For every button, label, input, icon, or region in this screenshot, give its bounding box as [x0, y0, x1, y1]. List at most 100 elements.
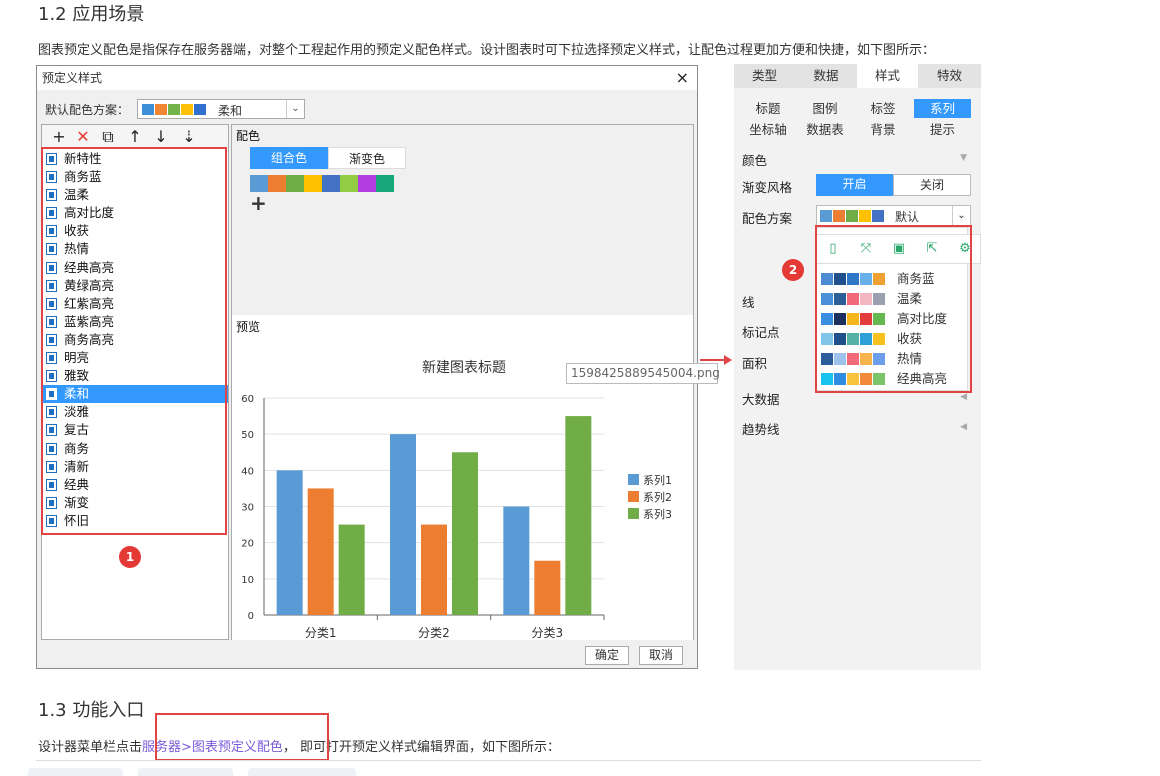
style-list-item[interactable]: 怀旧 [42, 512, 228, 530]
scheme-swatch [821, 353, 833, 365]
tab-data[interactable]: 数据 [795, 64, 857, 88]
scheme-option-label: 商务蓝 [897, 271, 935, 286]
style-list-item[interactable]: 经典高亮 [42, 259, 228, 277]
section-trendline[interactable]: 趋势线 [742, 419, 780, 438]
subtab-title[interactable]: 标题 [740, 99, 796, 118]
tab-combo-color[interactable]: 组合色 [250, 147, 328, 169]
subtab-axis[interactable]: 坐标轴 [740, 120, 796, 139]
gradient-off-button[interactable]: 关闭 [893, 174, 971, 196]
style-list-item[interactable]: 经典 [42, 476, 228, 494]
style-list-item[interactable]: 新特性 [42, 150, 228, 168]
bottom-tab[interactable] [248, 768, 356, 776]
style-icon [46, 261, 57, 274]
subtab-background[interactable]: 背景 [855, 120, 911, 139]
section-area[interactable]: 面积 [742, 353, 767, 372]
scheme-swatch [820, 210, 832, 222]
palette-swatch[interactable] [304, 175, 322, 192]
palette-swatch[interactable] [340, 175, 358, 192]
chevron-down-icon[interactable]: ⌄ [952, 206, 970, 225]
palette-swatch[interactable] [268, 175, 286, 192]
tab-style[interactable]: 样式 [857, 64, 918, 88]
expand-icon[interactable]: ◀ [960, 392, 967, 402]
subtab-label[interactable]: 标签 [855, 99, 911, 118]
section-bigdata[interactable]: 大数据 [742, 389, 780, 408]
style-list-item[interactable]: 商务蓝 [42, 168, 228, 186]
scheme-swatch [847, 313, 859, 325]
style-list-item[interactable]: 清新 [42, 458, 228, 476]
cancel-button[interactable]: 取消 [639, 646, 683, 665]
style-list-item[interactable]: 渐变 [42, 494, 228, 512]
style-list-item-label: 新特性 [64, 151, 102, 166]
tab-gradient-color[interactable]: 渐变色 [328, 147, 406, 169]
chevron-down-icon[interactable]: ⌄ [286, 100, 304, 118]
palette-swatch[interactable] [322, 175, 340, 192]
palette-swatch[interactable] [250, 175, 268, 192]
sort-icon[interactable]: ⇣ [178, 126, 200, 148]
style-list-item-label: 高对比度 [64, 205, 115, 221]
scheme-swatch [860, 373, 872, 385]
style-list-item[interactable]: 柔和 [42, 385, 228, 404]
subtab-datasheet[interactable]: 数据表 [797, 120, 853, 139]
scheme-swatch [821, 313, 833, 325]
palette-swatch[interactable] [376, 175, 394, 192]
style-list-item[interactable]: 蓝紫高亮 [42, 313, 228, 331]
delete-icon[interactable]: ✕ [72, 126, 94, 148]
phone-icon[interactable]: ▯ [824, 240, 842, 258]
collapse-icon[interactable]: ▼ [960, 153, 967, 163]
gear-icon[interactable]: ⚙ [956, 240, 974, 258]
bottom-tab[interactable] [28, 768, 123, 776]
ok-button[interactable]: 确定 [585, 646, 629, 665]
style-list-item[interactable]: 收获 [42, 222, 228, 240]
style-list-item[interactable]: 温柔 [42, 186, 228, 204]
save-icon[interactable]: ▣ [890, 240, 908, 258]
scheme-swatch [168, 104, 180, 115]
fullscreen-icon[interactable]: ⤧ [857, 240, 875, 258]
style-list-item[interactable]: 复古 [42, 421, 228, 439]
add-color-icon[interactable]: + [250, 191, 267, 215]
scheme-swatch [872, 210, 884, 222]
scheme-swatch [847, 333, 859, 345]
bar [338, 524, 365, 615]
section-marker[interactable]: 标记点 [742, 322, 780, 341]
scheme-swatch [847, 373, 859, 385]
section-line[interactable]: 线 [742, 292, 755, 311]
style-list-item[interactable]: 黄绿高亮 [42, 277, 228, 295]
style-icon [46, 478, 57, 491]
style-icon [46, 460, 57, 473]
close-icon[interactable]: × [676, 67, 689, 89]
color-scheme-select[interactable]: 默认 ⌄ [816, 205, 971, 226]
bottom-tab[interactable] [138, 768, 233, 776]
style-list-item[interactable]: 商务 [42, 440, 228, 458]
subtab-series[interactable]: 系列 [914, 99, 971, 118]
style-list-item[interactable]: 热情 [42, 240, 228, 258]
copy-icon[interactable]: ⧉ [97, 126, 119, 148]
property-tabs: 类型 数据 样式 特效 [734, 64, 981, 88]
style-list-item[interactable]: 红紫高亮 [42, 295, 228, 313]
scheme-value: 柔和 [218, 104, 243, 118]
style-list-item[interactable]: 雅致 [42, 367, 228, 385]
style-list-item[interactable]: 高对比度 [42, 204, 228, 222]
default-scheme-select[interactable]: 柔和 ⌄ [137, 99, 305, 119]
style-list-item[interactable]: 商务高亮 [42, 331, 228, 349]
chart-title: 新建图表标题 [422, 360, 506, 376]
style-list-item[interactable]: 明亮 [42, 349, 228, 367]
palette-swatch[interactable] [286, 175, 304, 192]
move-up-icon[interactable]: ↑ [124, 126, 146, 148]
server-menu-link[interactable]: 服务器>图表预定义配色 [142, 740, 283, 755]
tab-effect[interactable]: 特效 [918, 64, 981, 88]
tab-type[interactable]: 类型 [734, 64, 795, 88]
move-down-icon[interactable]: ↓ [150, 126, 172, 148]
palette-swatch[interactable] [358, 175, 376, 192]
text-before-link: 设计器菜单栏点击 [38, 740, 143, 755]
subtab-tooltip[interactable]: 提示 [914, 120, 971, 139]
style-list-item-label: 收获 [64, 223, 90, 239]
style-icon [46, 225, 57, 238]
subtab-legend[interactable]: 图例 [797, 99, 853, 118]
share-icon[interactable]: ⇱ [923, 240, 941, 258]
gradient-on-button[interactable]: 开启 [816, 174, 893, 196]
add-icon[interactable]: + [48, 126, 70, 148]
style-list-item[interactable]: 淡雅 [42, 403, 228, 421]
expand-icon[interactable]: ◀ [960, 422, 967, 432]
scheme-swatch [834, 353, 846, 365]
style-icon [46, 442, 57, 455]
